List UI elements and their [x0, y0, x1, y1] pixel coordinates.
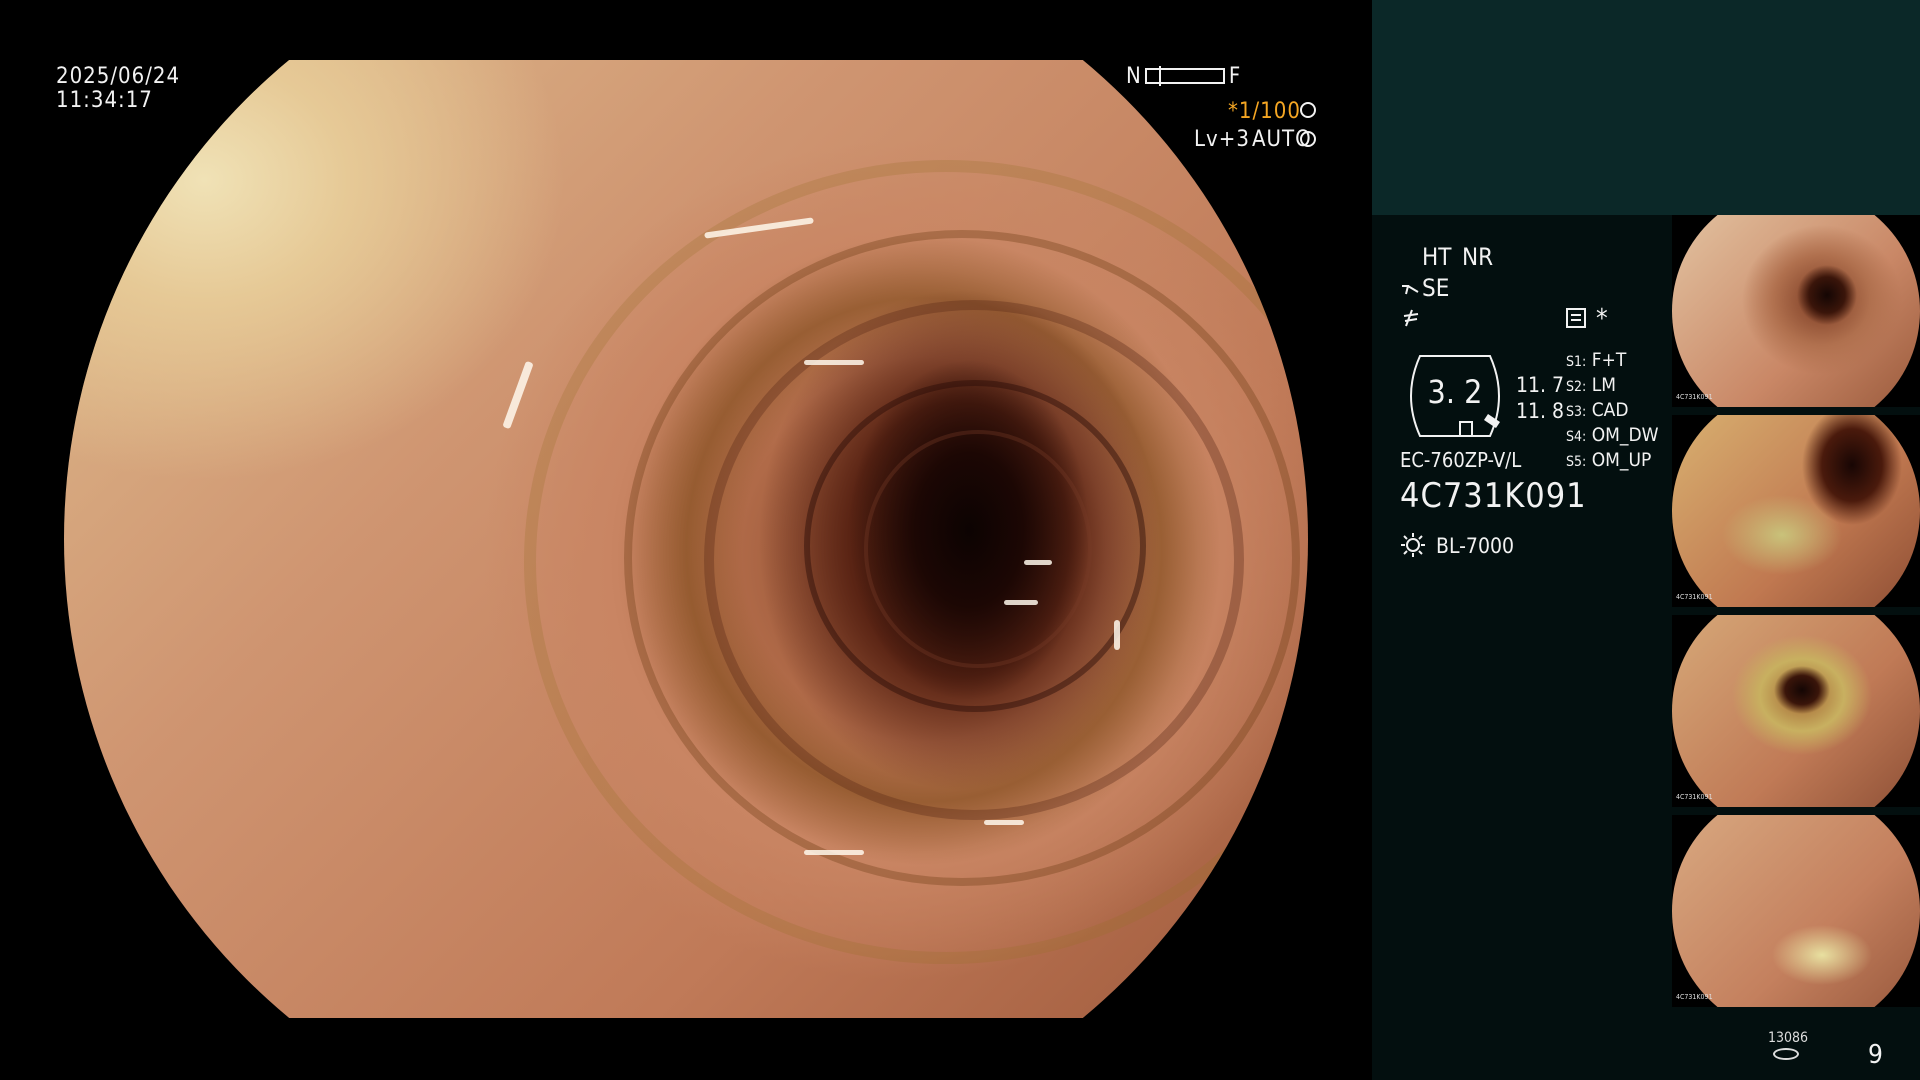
focus-marker [1158, 66, 1161, 86]
zoom-ratio-value: 3. 2 [1427, 373, 1483, 411]
switch-separator: : [1582, 379, 1587, 395]
capture-thumbnail[interactable]: 4C731K091 [1672, 815, 1920, 1007]
specular-highlight [1114, 620, 1120, 650]
nr-indicator: NR [1462, 243, 1494, 271]
thumbnail-image [1672, 415, 1920, 607]
capture-thumbnail[interactable]: 4C731K091 [1672, 415, 1920, 607]
switch-separator: : [1582, 429, 1587, 445]
thumbnail-image [1672, 815, 1920, 1007]
record-settings-icon-line [1571, 319, 1581, 321]
switch-separator: : [1582, 404, 1587, 420]
switch-list: S1: F+T S2: LM S3: CAD S4: OM_DW S5: OM_… [1566, 348, 1659, 473]
switch-item: S1: F+T [1566, 348, 1659, 373]
switch-value: OM_UP [1591, 449, 1652, 471]
time-display: 11:34:17 [56, 88, 153, 113]
thumbnail-caption: 4C731K091 [1676, 993, 1713, 1001]
switch-key: S1 [1566, 354, 1583, 370]
image-count-value: 13086 [1768, 1030, 1809, 1046]
ht-indicator: HT [1422, 243, 1452, 271]
scope-serial: 4C731K091 [1400, 476, 1587, 516]
focus-near-label: N [1126, 63, 1141, 89]
specular-highlight [1004, 600, 1038, 605]
switch-item: S5: OM_UP [1566, 448, 1659, 473]
date-display: 2025/06/24 [56, 64, 181, 89]
side-panel-header [1372, 0, 1920, 215]
capture-thumbnail[interactable]: 4C731K091 [1672, 615, 1920, 807]
iris-icon [1300, 131, 1316, 147]
focus-far-label: F [1228, 63, 1241, 89]
endoscope-image [64, 60, 1308, 1018]
switch-value: LM [1591, 374, 1616, 396]
switch-item: S2: LM [1566, 373, 1659, 398]
thumbnail-image [1672, 615, 1920, 807]
specular-highlight [804, 850, 864, 855]
thumbnail-caption: 4C731K091 [1676, 793, 1713, 801]
switch-key: S5 [1566, 454, 1583, 470]
shutter-icon [1300, 102, 1316, 118]
page-number: 9 [1868, 1040, 1883, 1070]
structure-icon [1402, 308, 1420, 328]
switch-separator: : [1582, 454, 1587, 470]
specular-highlight [804, 360, 864, 365]
se-indicator: SE [1422, 274, 1450, 302]
scope-value-2: 11. 8 [1516, 399, 1565, 423]
record-settings-icon [1566, 308, 1586, 328]
switch-value: F+T [1591, 349, 1627, 371]
mucosal-fold [864, 430, 1092, 668]
zoom-ratio-badge: 3. 2 [1400, 352, 1510, 440]
thumbnail-caption: 4C731K091 [1676, 393, 1713, 401]
switch-item: S4: OM_DW [1566, 423, 1659, 448]
switch-value: CAD [1591, 399, 1629, 421]
thumbnail-caption: 4C731K091 [1676, 593, 1713, 601]
switch-item: S3: CAD [1566, 398, 1659, 423]
specular-highlight [984, 820, 1024, 825]
switch-key: S2 [1566, 379, 1583, 395]
enhance-icon [1400, 280, 1420, 300]
switch-value: OM_DW [1591, 424, 1659, 446]
side-panel: HT NR SE * 3. 2 11. 7 11. 8 S1: F+T S2: … [1372, 0, 1920, 1080]
switch-separator: : [1582, 354, 1587, 370]
scope-value-1: 11. 7 [1516, 373, 1565, 397]
focus-bar [1144, 66, 1225, 86]
specular-highlight [1024, 560, 1052, 565]
storage-icon [1773, 1048, 1799, 1060]
brightness-level: Lv+3 [1194, 127, 1250, 152]
thumbnail-image [1672, 215, 1920, 407]
shutter-speed: *1/100 [1228, 99, 1301, 124]
scope-model: EC-760ZP-V/L [1400, 448, 1522, 472]
light-source-model: BL-7000 [1436, 534, 1515, 558]
switch-key: S4 [1566, 429, 1583, 445]
light-source-icon [1400, 532, 1426, 558]
image-count: 13086 [1768, 1030, 1809, 1060]
record-settings-icon-line [1571, 314, 1581, 316]
switch-key: S3 [1566, 404, 1583, 420]
endoscope-main-view: 2025/06/24 11:34:17 N F *1/100 Lv+3 AUTO [0, 0, 1372, 1080]
capture-thumbnail[interactable]: 4C731K091 [1672, 215, 1920, 407]
record-star: * [1596, 304, 1608, 334]
focus-gauge: N F [1126, 63, 1240, 89]
